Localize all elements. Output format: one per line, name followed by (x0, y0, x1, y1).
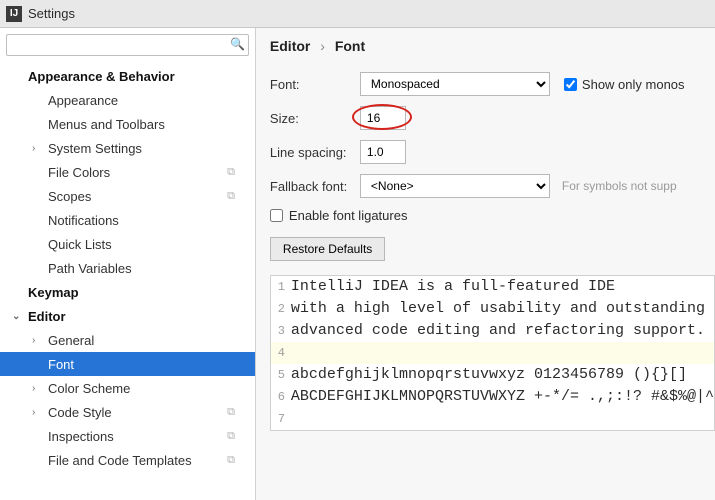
copy-icon: ⧉ (227, 190, 235, 203)
sidebar-item-label: Keymap (28, 285, 79, 300)
sidebar-item-file-colors[interactable]: File Colors ⧉ (0, 160, 255, 184)
sidebar-item-color-scheme[interactable]: › Color Scheme (0, 376, 255, 400)
sidebar-item-editor[interactable]: ⌄ Editor (0, 304, 255, 328)
chevron-right-icon: › (32, 335, 42, 346)
font-preview: 1IntelliJ IDEA is a full-featured IDE2wi… (270, 275, 715, 431)
sidebar-item-label: Color Scheme (48, 381, 130, 396)
sidebar-item-appearance[interactable]: Appearance (0, 88, 255, 112)
copy-icon: ⧉ (227, 166, 235, 179)
fallback-select[interactable]: <None> (360, 174, 550, 198)
preview-line: 4 (271, 342, 714, 364)
sidebar-item-general[interactable]: › General (0, 328, 255, 352)
chevron-right-icon: › (320, 38, 325, 54)
preview-line: 2with a high level of usability and outs… (271, 298, 714, 320)
search-input[interactable] (6, 34, 249, 56)
gutter-line-number: 1 (271, 276, 291, 298)
sidebar-item-notifications[interactable]: Notifications (0, 208, 255, 232)
sidebar-item-menus-and-toolbars[interactable]: Menus and Toolbars (0, 112, 255, 136)
sidebar-item-label: General (48, 333, 94, 348)
copy-icon: ⧉ (227, 430, 235, 443)
preview-line: 6ABCDEFGHIJKLMNOPQRSTUVWXYZ +-*/= .,;:!?… (271, 386, 714, 408)
show-only-mono-label: Show only monos (582, 77, 685, 92)
settings-tree: Appearance & Behavior Appearance Menus and… (0, 62, 255, 500)
window-title: Settings (28, 6, 75, 21)
font-select[interactable]: Monospaced (360, 72, 550, 96)
restore-defaults-button[interactable]: Restore Defaults (270, 237, 385, 261)
sidebar-item-label: Quick Lists (48, 237, 112, 252)
sidebar-item-label: Font (48, 357, 74, 372)
gutter-line-number: 4 (271, 342, 291, 364)
preview-line: 7 (271, 408, 714, 430)
preview-code: with a high level of usability and outst… (291, 298, 705, 320)
size-label: Size: (270, 111, 360, 126)
search-icon: 🔍 (230, 37, 245, 51)
sidebar-item-label: Inspections (48, 429, 114, 444)
preview-code: advanced code editing and refactoring su… (291, 320, 705, 342)
fallback-hint: For symbols not supp (562, 179, 677, 193)
sidebar-item-label: Editor (28, 309, 66, 324)
ligatures-label: Enable font ligatures (289, 208, 408, 223)
gutter-line-number: 3 (271, 320, 291, 342)
gutter-line-number: 5 (271, 364, 291, 386)
sidebar-item-path-variables[interactable]: Path Variables (0, 256, 255, 280)
sidebar-item-system-settings[interactable]: › System Settings (0, 136, 255, 160)
sidebar-item-label: System Settings (48, 141, 142, 156)
sidebar-item-font[interactable]: Font (0, 352, 255, 376)
sidebar-item-quick-lists[interactable]: Quick Lists (0, 232, 255, 256)
line-spacing-label: Line spacing: (270, 145, 360, 160)
line-spacing-input[interactable] (360, 140, 406, 164)
sidebar-item-label: Scopes (48, 189, 91, 204)
show-only-mono-checkbox[interactable] (564, 78, 577, 91)
sidebar-item-label: File and Code Templates (48, 453, 192, 468)
breadcrumb-leaf: Font (335, 38, 365, 54)
gutter-line-number: 7 (271, 408, 291, 430)
chevron-right-icon: › (32, 407, 42, 418)
app-icon: IJ (6, 6, 22, 22)
sidebar-item-label: Menus and Toolbars (48, 117, 165, 132)
chevron-right-icon: › (32, 143, 42, 154)
ligatures-checkbox[interactable] (270, 209, 283, 222)
size-input[interactable] (360, 106, 406, 130)
font-label: Font: (270, 77, 360, 92)
sidebar-item-label: File Colors (48, 165, 110, 180)
fallback-label: Fallback font: (270, 179, 360, 194)
sidebar-item-label: Code Style (48, 405, 112, 420)
chevron-down-icon: ⌄ (12, 311, 22, 322)
sidebar-item-scopes[interactable]: Scopes ⧉ (0, 184, 255, 208)
preview-code: ABCDEFGHIJKLMNOPQRSTUVWXYZ +-*/= .,;:!? … (291, 386, 714, 408)
sidebar-item-label: Appearance & Behavior (28, 69, 175, 84)
preview-line: 5abcdefghijklmnopqrstuvwxyz 0123456789 (… (271, 364, 714, 386)
sidebar-item-label: Notifications (48, 213, 119, 228)
copy-icon: ⧉ (227, 454, 235, 467)
preview-code: abcdefghijklmnopqrstuvwxyz 0123456789 ()… (291, 364, 687, 386)
sidebar-item-inspections[interactable]: Inspections ⧉ (0, 424, 255, 448)
gutter-line-number: 6 (271, 386, 291, 408)
preview-line: 1IntelliJ IDEA is a full-featured IDE (271, 276, 714, 298)
sidebar-item-label: Appearance (48, 93, 118, 108)
breadcrumb-root: Editor (270, 38, 310, 54)
chevron-right-icon: › (32, 383, 42, 394)
sidebar-item-keymap[interactable]: Keymap (0, 280, 255, 304)
gutter-line-number: 2 (271, 298, 291, 320)
sidebar-item-appearance-behavior[interactable]: Appearance & Behavior (0, 64, 255, 88)
sidebar-item-label: Path Variables (48, 261, 132, 276)
breadcrumb: Editor › Font (270, 38, 715, 54)
sidebar-item-code-style[interactable]: › Code Style ⧉ (0, 400, 255, 424)
sidebar-item-file-and-code-templates[interactable]: File and Code Templates ⧉ (0, 448, 255, 472)
copy-icon: ⧉ (227, 406, 235, 419)
preview-code: IntelliJ IDEA is a full-featured IDE (291, 276, 615, 298)
preview-line: 3advanced code editing and refactoring s… (271, 320, 714, 342)
